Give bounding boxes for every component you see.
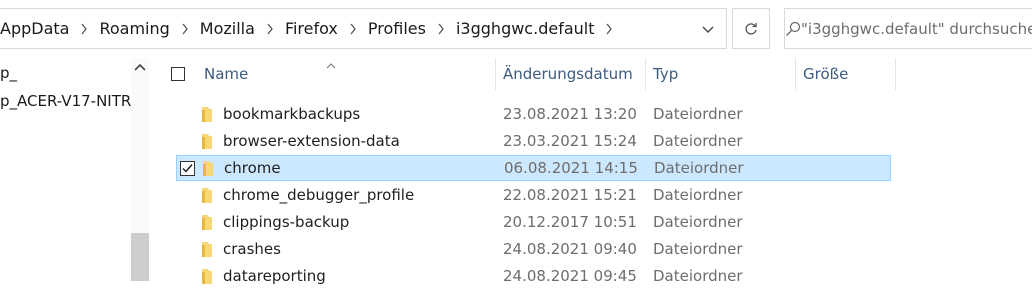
- column-divider[interactable]: [645, 58, 646, 90]
- search-icon: [785, 21, 801, 37]
- file-date: 24.08.2021 09:45: [503, 267, 637, 285]
- file-date: 22.08.2021 15:21: [503, 186, 637, 204]
- refresh-icon: [745, 22, 757, 35]
- column-header-name[interactable]: Name: [204, 65, 248, 83]
- file-date: 23.08.2021 13:20: [503, 105, 637, 123]
- file-row-browser-extension-data[interactable]: browser-extension-data 23.03.2021 15:24 …: [176, 129, 891, 155]
- breadcrumb-appdata[interactable]: AppData: [0, 19, 69, 38]
- breadcrumb-roaming[interactable]: Roaming: [99, 19, 169, 38]
- breadcrumb-profiles[interactable]: Profiles: [368, 19, 426, 38]
- folder-icon: [202, 269, 212, 284]
- file-type: Dateiordner: [653, 186, 743, 204]
- column-divider[interactable]: [495, 58, 496, 90]
- file-row-chrome-debugger-profile[interactable]: chrome_debugger_profile 22.08.2021 15:21…: [176, 183, 891, 209]
- file-name[interactable]: browser-extension-data: [223, 132, 400, 150]
- row-checkbox-checked[interactable]: [180, 161, 195, 176]
- file-row-datareporting[interactable]: datareporting 24.08.2021 09:45 Dateiordn…: [176, 264, 891, 290]
- chevron-right-icon[interactable]: [170, 23, 200, 35]
- column-header-size[interactable]: Größe: [803, 65, 848, 83]
- refresh-button[interactable]: [732, 8, 770, 49]
- select-all-checkbox[interactable]: [171, 67, 185, 81]
- folder-icon: [203, 161, 213, 176]
- nav-scrollbar-thumb[interactable]: [131, 233, 149, 281]
- file-name[interactable]: crashes: [223, 240, 281, 258]
- file-date: 06.08.2021 14:15: [504, 159, 638, 177]
- folder-icon: [202, 107, 212, 122]
- file-row-chrome[interactable]: chrome 06.08.2021 14:15 Dateiordner: [176, 155, 891, 181]
- chevron-right-icon[interactable]: [426, 23, 456, 35]
- file-row-clippings-backup[interactable]: clippings-backup 20.12.2017 10:51 Dateio…: [176, 210, 891, 236]
- folder-icon: [202, 215, 212, 230]
- nav-item-acer[interactable]: p_ACER-V17-NITRO: [0, 92, 143, 110]
- folder-icon: [202, 188, 212, 203]
- breadcrumb-profile-folder[interactable]: i3gghgwc.default: [456, 19, 595, 38]
- column-divider[interactable]: [895, 58, 896, 90]
- file-date: 24.08.2021 09:40: [503, 240, 637, 258]
- folder-icon: [202, 242, 212, 257]
- file-row-crashes[interactable]: crashes 24.08.2021 09:40 Dateiordner: [176, 237, 891, 263]
- chevron-right-icon[interactable]: [69, 23, 99, 35]
- chevron-right-icon[interactable]: [338, 23, 368, 35]
- file-type: Dateiordner: [653, 213, 743, 231]
- column-header-type[interactable]: Typ: [653, 65, 678, 83]
- checkmark-icon: [182, 164, 193, 173]
- scroll-up-arrow-icon[interactable]: [133, 60, 147, 74]
- file-type: Dateiordner: [653, 240, 743, 258]
- file-type: Dateiordner: [653, 105, 743, 123]
- file-date: 23.03.2021 15:24: [503, 132, 637, 150]
- sort-ascending-icon: [326, 55, 336, 73]
- breadcrumb-firefox[interactable]: Firefox: [285, 19, 338, 38]
- file-name[interactable]: clippings-backup: [223, 213, 349, 231]
- column-divider[interactable]: [795, 58, 796, 90]
- file-name[interactable]: chrome_debugger_profile: [223, 186, 414, 204]
- file-type: Dateiordner: [653, 267, 743, 285]
- file-name[interactable]: bookmarkbackups: [223, 105, 360, 123]
- column-header-modified[interactable]: Änderungsdatum: [503, 65, 633, 83]
- chevron-right-icon[interactable]: [255, 23, 285, 35]
- search-box[interactable]: "i3gghgwc.default" durchsuchen: [784, 8, 1032, 49]
- file-date: 20.12.2017 10:51: [503, 213, 637, 231]
- address-history-dropdown[interactable]: [691, 18, 725, 42]
- file-type: Dateiordner: [654, 159, 744, 177]
- search-input[interactable]: "i3gghgwc.default" durchsuchen: [801, 20, 1032, 38]
- nav-item-p[interactable]: p_: [0, 64, 17, 82]
- file-name[interactable]: datareporting: [223, 267, 326, 285]
- file-type: Dateiordner: [653, 132, 743, 150]
- chevron-right-icon[interactable]: [594, 23, 624, 35]
- breadcrumb-mozilla[interactable]: Mozilla: [200, 19, 255, 38]
- file-name[interactable]: chrome: [224, 159, 281, 177]
- folder-icon: [202, 134, 212, 149]
- address-bar[interactable]: AppData Roaming Mozilla Firefox Profiles…: [0, 8, 727, 49]
- chevron-down-icon: [702, 26, 714, 33]
- file-row-bookmarkbackups[interactable]: bookmarkbackups 23.08.2021 13:20 Dateior…: [176, 102, 891, 128]
